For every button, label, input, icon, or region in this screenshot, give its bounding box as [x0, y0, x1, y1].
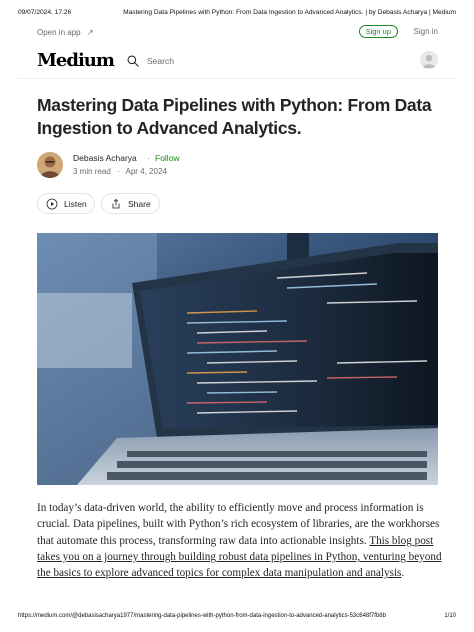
listen-button[interactable]: Listen — [37, 193, 95, 214]
share-label: Share — [128, 199, 151, 209]
arrow-up-right-icon: ↗ — [86, 28, 94, 37]
search-icon — [127, 55, 139, 67]
print-page-title: Mastering Data Pipelines with Python: Fr… — [123, 9, 456, 16]
body-end: . — [401, 567, 405, 580]
open-in-app-link[interactable]: Open in app ↗ — [37, 28, 94, 37]
play-icon — [46, 198, 58, 210]
author-name[interactable]: Debasis Acharya — [73, 153, 137, 163]
publish-date: Apr 4, 2024 — [125, 167, 167, 176]
follow-button[interactable]: Follow — [155, 153, 180, 163]
print-header: 09/07/2024, 17:26 Mastering Data Pipelin… — [18, 9, 456, 21]
search-input[interactable] — [147, 53, 243, 69]
medium-logo[interactable]: Medium — [37, 50, 115, 71]
top-bar: Open in app ↗ Sign up Sign in — [37, 25, 438, 41]
share-button[interactable]: Share — [101, 193, 160, 214]
search-box[interactable] — [126, 53, 246, 69]
print-footer: https://medium.com/@debasisacharya1977/m… — [18, 613, 456, 623]
author-avatar[interactable] — [37, 152, 63, 178]
print-page-number: 1/10 — [444, 613, 456, 619]
sign-up-button[interactable]: Sign up — [358, 25, 398, 38]
meta-separator: · — [117, 167, 120, 176]
print-url: https://medium.com/@debasisacharya1977/m… — [18, 613, 386, 619]
hero-image-laptop-code — [37, 233, 438, 485]
listen-label: Listen — [64, 199, 87, 209]
article-title: Mastering Data Pipelines with Python: Fr… — [37, 95, 432, 138]
open-in-app-label: Open in app — [37, 28, 81, 37]
navbar: Medium — [37, 47, 438, 75]
sign-in-link[interactable]: Sign in — [414, 27, 438, 36]
article-body-paragraph: In today’s data-driven world, the abilit… — [37, 500, 442, 581]
share-icon — [112, 198, 120, 209]
print-date: 09/07/2024, 17:26 — [18, 9, 72, 16]
author-separator: · — [147, 153, 150, 163]
article-meta: 3 min read · Apr 4, 2024 — [73, 167, 167, 176]
read-time: 3 min read — [73, 167, 111, 176]
nav-divider — [18, 78, 456, 79]
user-avatar-icon[interactable] — [420, 51, 438, 69]
